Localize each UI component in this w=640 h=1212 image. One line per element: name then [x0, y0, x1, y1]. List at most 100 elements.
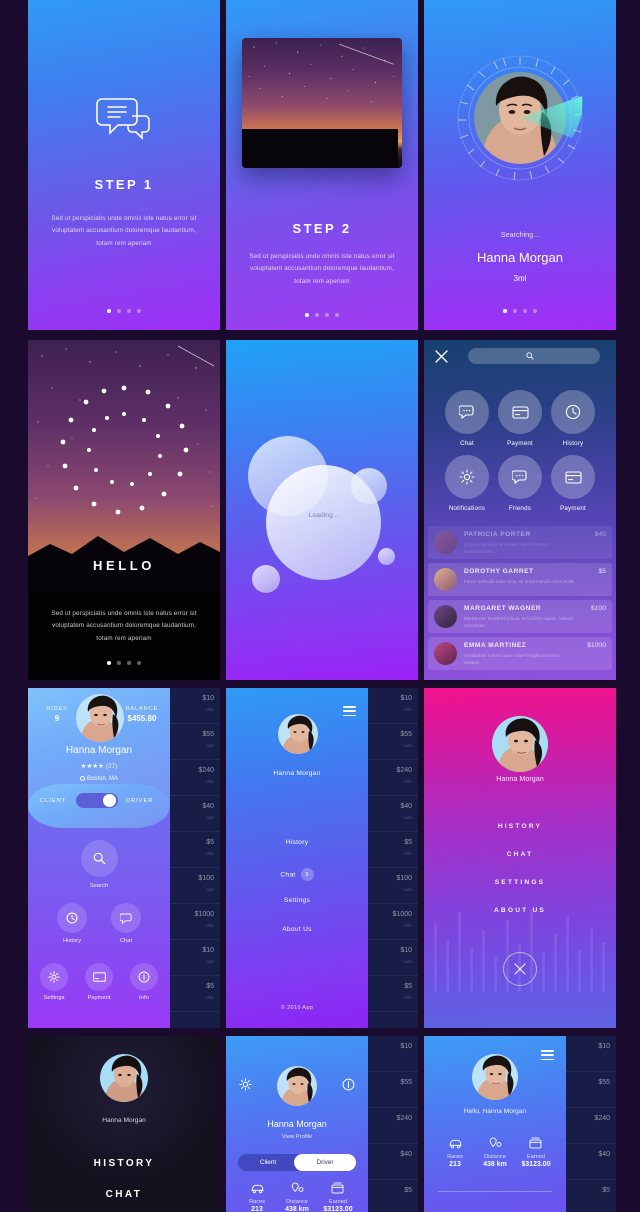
car-icon	[250, 1184, 264, 1194]
menu-item-settings[interactable]: SETTINGS	[424, 879, 616, 886]
toggle-knob[interactable]	[103, 794, 116, 807]
dot-2[interactable]	[315, 313, 319, 317]
hamburger-icon[interactable]	[343, 706, 356, 717]
list-item[interactable]: $240	[368, 1108, 418, 1144]
menu-tile-payment-2[interactable]	[551, 455, 595, 499]
tab-driver[interactable]: Driver	[294, 1154, 356, 1171]
ledger-list[interactable]: $10 ride $55 ride $240 ride $40 ride $5 ride …	[170, 688, 220, 1028]
pagination-dots[interactable]	[28, 309, 220, 313]
list-item[interactable]: $10 ride	[170, 940, 220, 976]
list-item[interactable]: $55 ride	[368, 724, 418, 760]
list-item[interactable]: $10 ride	[368, 940, 418, 976]
list-item[interactable]: $55 ride	[170, 724, 220, 760]
table-row[interactable]: DOROTHY GARRET Fusce vehicula dolor arcu…	[428, 563, 612, 596]
ledger-list[interactable]: $10 ride $55 ride $240 ride $40 ride $5 ride …	[368, 688, 418, 1028]
chat-bubble-icon	[96, 98, 150, 140]
menu-item-settings[interactable]: Settings	[226, 897, 368, 904]
dot-1[interactable]	[107, 660, 111, 665]
avatar[interactable]	[100, 1054, 148, 1102]
dot-4[interactable]	[533, 309, 537, 313]
menu-item-history[interactable]: HISTORY	[424, 823, 616, 830]
dot-3[interactable]	[127, 309, 131, 313]
pagination-dots[interactable]	[226, 313, 418, 317]
menu-tile-notifications[interactable]	[445, 455, 489, 499]
dot-1[interactable]	[107, 309, 111, 313]
info-button[interactable]	[130, 963, 158, 991]
dot-1[interactable]	[305, 313, 309, 317]
settings-button[interactable]	[40, 963, 68, 991]
list-item[interactable]: $5	[566, 1180, 616, 1212]
list-item[interactable]: $5 ride	[368, 832, 418, 868]
menu-tile-friends[interactable]	[498, 455, 542, 499]
view-profile-link[interactable]: View Profile	[226, 1134, 368, 1140]
dot-3[interactable]	[523, 309, 527, 313]
list-item[interactable]: $240 ride	[368, 760, 418, 796]
dot-4[interactable]	[137, 660, 141, 665]
menu-tile-chat[interactable]	[445, 390, 489, 434]
list-item[interactable]: $5	[368, 1180, 418, 1212]
avatar[interactable]	[76, 694, 124, 742]
avatar[interactable]	[492, 716, 548, 772]
list-item[interactable]: $5 ride	[368, 976, 418, 1012]
list-item[interactable]: $55	[566, 1072, 616, 1108]
list-item[interactable]: $1000 ride	[368, 904, 418, 940]
info-icon[interactable]	[342, 1078, 355, 1091]
avatar[interactable]	[472, 1054, 518, 1100]
list-item[interactable]: $240	[566, 1108, 616, 1144]
list-item[interactable]: $240 ride	[170, 760, 220, 796]
menu-item-chat[interactable]: CHAT	[28, 1189, 220, 1200]
menu-tile-payment[interactable]	[498, 390, 542, 434]
menu-item-history[interactable]: HISTORY	[28, 1158, 220, 1169]
avatar[interactable]	[277, 1066, 317, 1106]
close-button[interactable]	[503, 952, 537, 986]
list-item[interactable]: $1000 ride	[170, 904, 220, 940]
menu-item-about[interactable]: ABOUT US	[424, 907, 616, 914]
list-item[interactable]: $40	[368, 1144, 418, 1180]
dot-3[interactable]	[127, 660, 131, 665]
ledger-list[interactable]: $10 $55 $240 $40 $5	[368, 1036, 418, 1212]
dot-1[interactable]	[503, 309, 507, 313]
dot-4[interactable]	[335, 313, 339, 317]
menu-item-about[interactable]: About Us	[226, 926, 368, 933]
list-item[interactable]: $100 ride	[368, 868, 418, 904]
dot-4[interactable]	[137, 309, 141, 313]
table-row[interactable]: EMMA MARTINEZ Vestibulum rutrum quam vit…	[428, 637, 612, 670]
menu-item-chat[interactable]: CHAT	[424, 851, 616, 858]
history-button[interactable]	[57, 903, 87, 933]
dot-2[interactable]	[513, 309, 517, 313]
hamburger-icon[interactable]	[541, 1050, 554, 1061]
close-icon[interactable]	[435, 350, 448, 363]
dot-2[interactable]	[117, 309, 121, 313]
list-item[interactable]: $55	[368, 1072, 418, 1108]
payment-button[interactable]	[85, 963, 113, 991]
pagination-dots[interactable]	[28, 660, 220, 665]
menu-tile-history[interactable]	[551, 390, 595, 434]
ledger-list[interactable]: $10 $55 $240 $40 $5	[566, 1036, 616, 1212]
amount: $5	[404, 1187, 412, 1194]
dot-2[interactable]	[117, 660, 121, 665]
menu-item-chat[interactable]: Chat 3	[226, 868, 368, 881]
avatar[interactable]	[278, 714, 318, 754]
list-item[interactable]: $40 ride	[368, 796, 418, 832]
table-row[interactable]: MARGARET WAGNER Mauris nec hendrerit ips…	[428, 600, 612, 633]
search-button[interactable]	[81, 840, 118, 877]
role-tab-group[interactable]: Client Driver	[238, 1154, 356, 1171]
search-input[interactable]	[468, 348, 600, 364]
chat-button[interactable]	[111, 903, 141, 933]
list-item[interactable]: $40	[566, 1144, 616, 1180]
list-item[interactable]: $100 ride	[170, 868, 220, 904]
list-item[interactable]: $40 ride	[170, 796, 220, 832]
list-item[interactable]: $10 ride	[368, 688, 418, 724]
client-driver-toggle[interactable]	[76, 793, 118, 808]
list-item[interactable]: $5 ride	[170, 832, 220, 868]
pagination-dots[interactable]	[424, 309, 616, 313]
dot-3[interactable]	[325, 313, 329, 317]
table-row[interactable]: PATRICIA PORTER Ut enim ad minima veniam…	[428, 526, 612, 559]
list-item[interactable]: $10	[566, 1036, 616, 1072]
gear-icon[interactable]	[239, 1078, 252, 1091]
list-item[interactable]: $5 ride	[170, 976, 220, 1012]
list-item[interactable]: $10	[368, 1036, 418, 1072]
menu-item-history[interactable]: History	[226, 839, 368, 846]
list-item[interactable]: $10 ride	[170, 688, 220, 724]
tab-client[interactable]: Client	[238, 1154, 298, 1171]
